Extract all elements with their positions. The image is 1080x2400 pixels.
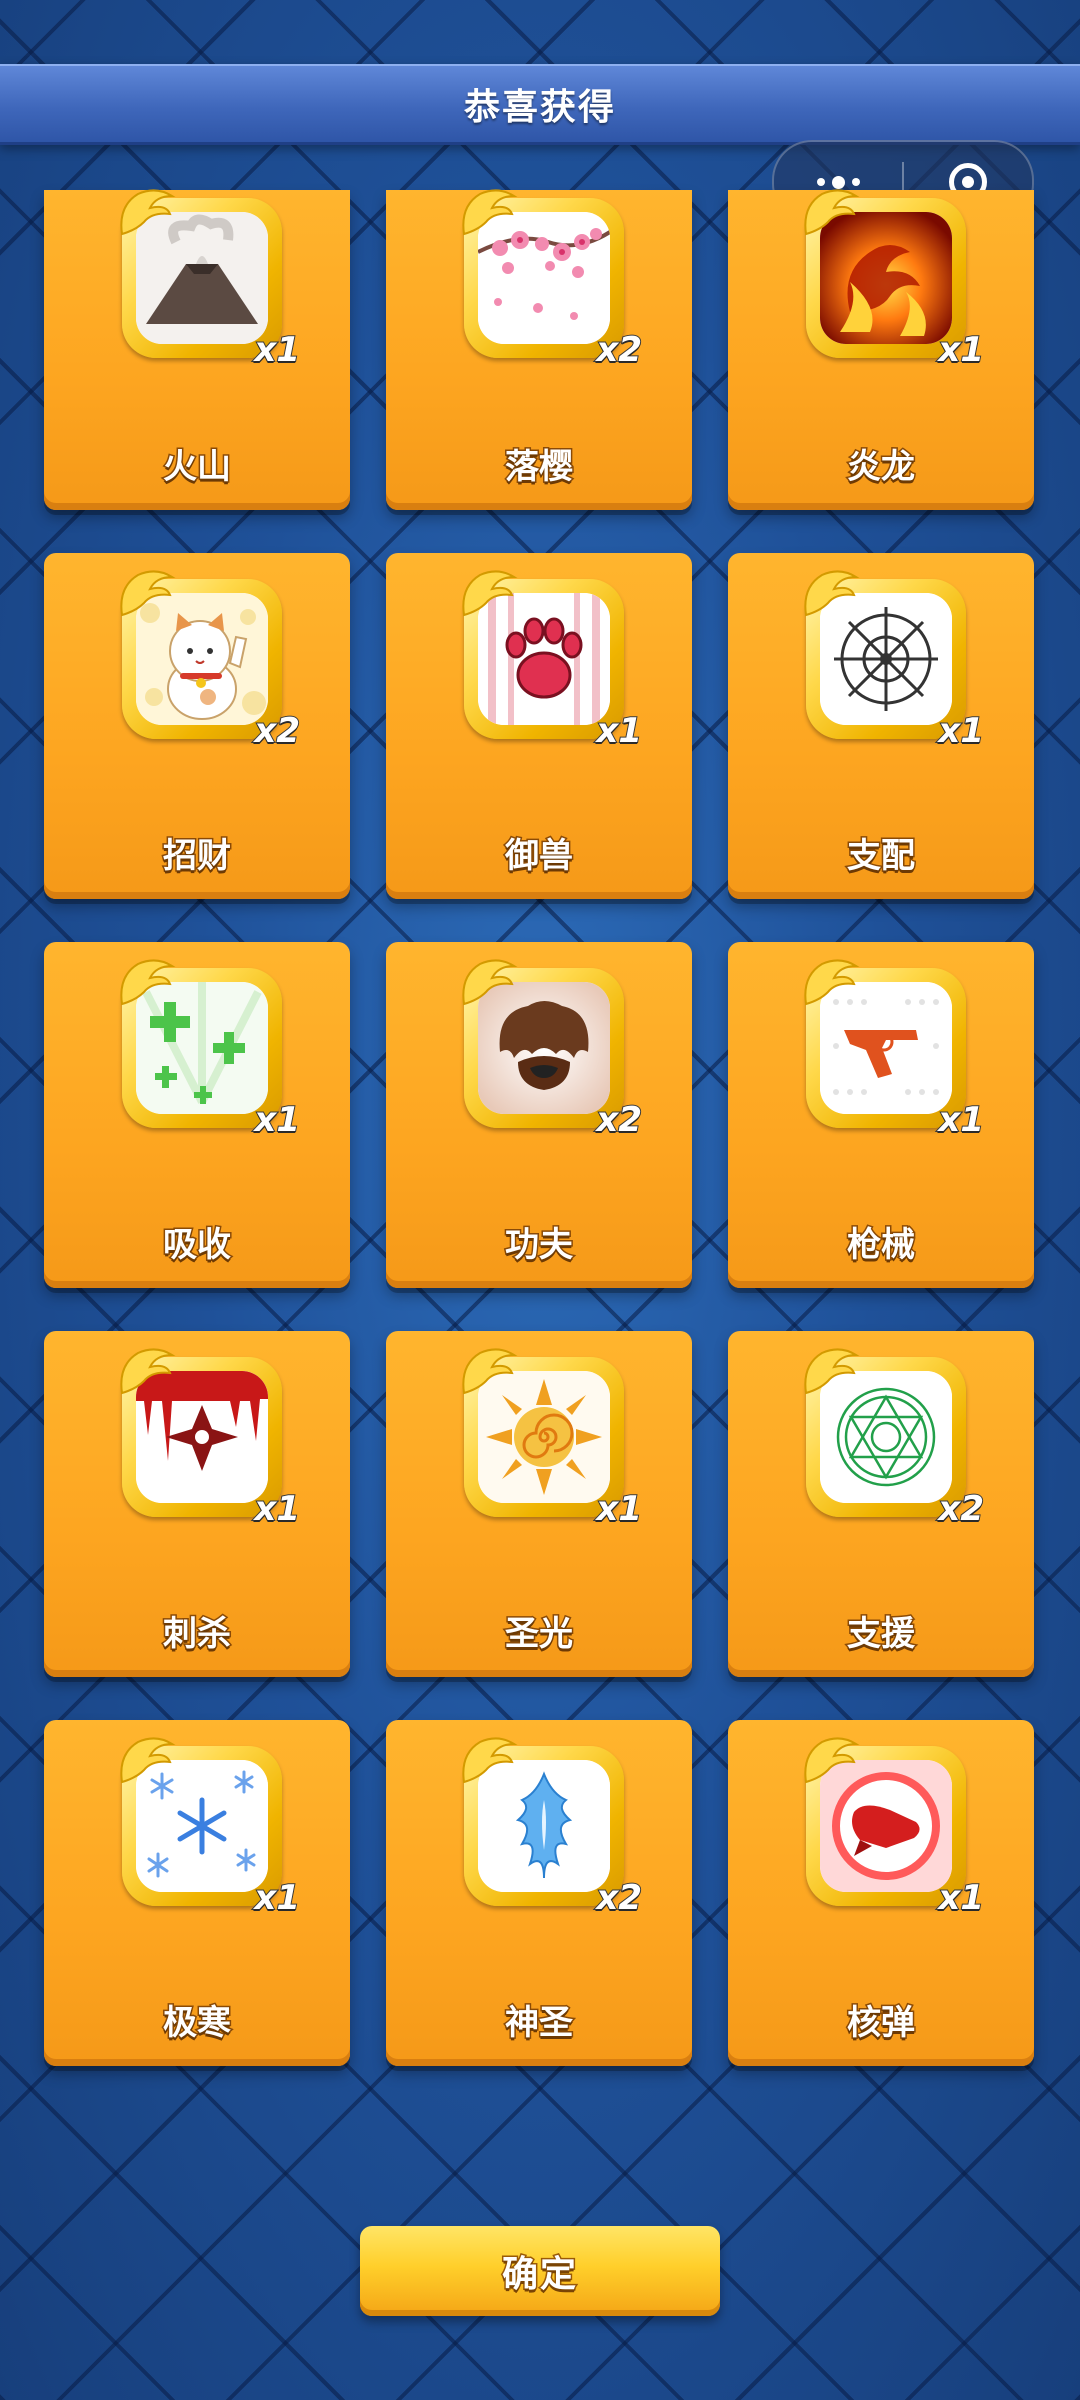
reward-card[interactable]: x2 招财	[44, 553, 350, 899]
quantity-badge: x1	[595, 710, 643, 752]
quantity-badge: x1	[253, 329, 301, 371]
item-name: 圣光	[504, 1613, 575, 1656]
reward-card[interactable]: x1 核弹	[728, 1720, 1034, 2066]
quantity-badge: x1	[253, 1488, 301, 1530]
confirm-button[interactable]: 确定	[360, 2226, 720, 2316]
quantity-badge: x2	[595, 1099, 643, 1141]
item-name: 神圣	[504, 2002, 575, 2045]
item-name: 炎龙	[846, 446, 917, 489]
reward-grid: x1 火山 x2 落樱 x1 炎龙 x2 招财 x1 御兽 x1 支配 x1 吸…	[44, 189, 1036, 2066]
quantity-badge: x1	[937, 1099, 985, 1141]
reward-card[interactable]: x2 支援	[728, 1331, 1034, 1677]
reward-card[interactable]: x1 火山	[44, 189, 350, 510]
item-name: 招财	[162, 835, 233, 878]
item-name: 极寒	[162, 2002, 233, 2045]
quantity-badge: x1	[253, 1877, 301, 1919]
item-name: 落樱	[504, 446, 575, 489]
reward-card[interactable]: x1 吸收	[44, 942, 350, 1288]
quantity-badge: x1	[937, 710, 985, 752]
reward-card[interactable]: x1 御兽	[386, 553, 692, 899]
reward-card[interactable]: x1 圣光	[386, 1331, 692, 1677]
item-name: 核弹	[846, 2002, 917, 2045]
quantity-badge: x2	[595, 1877, 643, 1919]
item-name: 御兽	[504, 835, 575, 878]
item-name: 支配	[846, 835, 917, 878]
item-name: 枪械	[846, 1224, 917, 1267]
quantity-badge: x2	[937, 1488, 985, 1530]
reward-card[interactable]: x2 落樱	[386, 189, 692, 510]
page-title: 恭喜获得	[463, 87, 616, 128]
reward-card[interactable]: x1 炎龙	[728, 189, 1034, 510]
confirm-label: 确定	[500, 2253, 578, 2297]
quantity-badge: x1	[937, 329, 985, 371]
quantity-badge: x1	[595, 1488, 643, 1530]
item-name: 功夫	[504, 1224, 575, 1267]
item-name: 火山	[162, 446, 233, 489]
item-name: 吸收	[162, 1224, 233, 1267]
reward-card[interactable]: x1 支配	[728, 553, 1034, 899]
reward-card[interactable]: x1 极寒	[44, 1720, 350, 2066]
quantity-badge: x1	[253, 1099, 301, 1141]
item-name: 支援	[846, 1613, 917, 1656]
reward-card[interactable]: x2 功夫	[386, 942, 692, 1288]
quantity-badge: x1	[937, 1877, 985, 1919]
reward-card[interactable]: x1 枪械	[728, 942, 1034, 1288]
quantity-badge: x2	[595, 329, 643, 371]
reward-card[interactable]: x2 神圣	[386, 1720, 692, 2066]
title-bar: 恭喜获得	[0, 64, 1080, 145]
quantity-badge: x2	[253, 710, 301, 752]
item-name: 刺杀	[162, 1613, 233, 1656]
reward-card[interactable]: x1 刺杀	[44, 1331, 350, 1677]
